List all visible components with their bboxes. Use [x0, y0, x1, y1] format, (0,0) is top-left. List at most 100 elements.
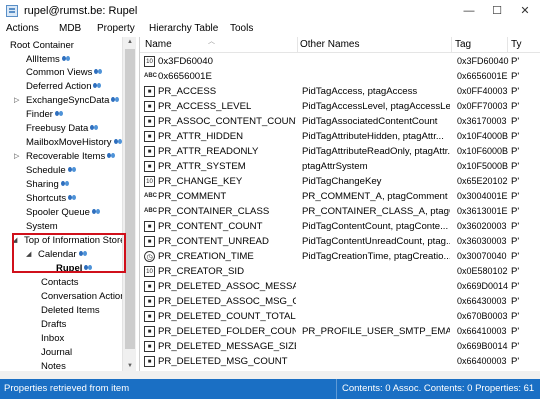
cell-name: PR_CONTENT_UNREAD — [158, 236, 269, 247]
sort-indicator-icon: ︿ — [208, 38, 215, 45]
horizontal-scrollbar[interactable] — [0, 371, 540, 379]
menu-hierarchy-table[interactable]: Hierarchy Table — [149, 23, 218, 34]
status-message: Properties retrieved from item — [4, 383, 130, 394]
tree-item[interactable]: System — [26, 220, 58, 233]
tree-item[interactable]: Deferred Action — [26, 80, 102, 93]
tree-item[interactable]: Spooler Queue — [26, 206, 101, 219]
table-row[interactable]: ■PR_DELETED_ASSOC_MESSAGE... 0x669D0014P' — [140, 279, 540, 294]
property-binary-icon: 10 — [144, 56, 155, 67]
tree-root[interactable]: Root Container — [10, 39, 74, 52]
table-row[interactable]: ■ PR_ACCESS_LEVEL PidTagAccessLevel, ptagA… — [140, 99, 540, 114]
column-divider[interactable] — [507, 37, 508, 53]
tree-item[interactable]: MailboxMoveHistory — [26, 136, 122, 149]
scroll-down-icon[interactable]: ▼ — [126, 363, 134, 369]
cell-name: PR_ACCESS_LEVEL — [158, 101, 252, 112]
tree-item[interactable]: Inbox — [41, 332, 64, 345]
table-row[interactable]: 10 PR_CREATOR_SID 0x0E580102 P' — [140, 264, 540, 279]
tree-item[interactable]: Schedule — [26, 164, 77, 177]
table-row[interactable]: ABC PR_COMMENT PR_COMMENT_A, ptagComment 0x… — [140, 189, 540, 204]
cell-tag: 0x6656001E — [457, 71, 508, 81]
cell-name: 0x3FD60040 — [158, 56, 213, 67]
scroll-up-icon[interactable]: ▲ — [126, 39, 134, 45]
sync-icon — [113, 139, 122, 145]
cell-tag: 0x3613001E — [457, 206, 508, 216]
table-row[interactable]: ■ PR_ATTR_READONLY PidTagAttributeReadOnly… — [140, 144, 540, 159]
table-row[interactable]: ■PR_DELETED_ASSOC_MSG_CO... 0x66430003 P' — [140, 294, 540, 309]
cell-ty: P' — [511, 341, 520, 352]
menu-actions[interactable]: Actions — [6, 23, 39, 34]
cell-ty: P' — [511, 206, 520, 217]
menu-tools[interactable]: Tools — [230, 23, 253, 34]
tree-item[interactable]: ▷ ExchangeSyncData — [14, 94, 120, 107]
cell-ty: P' — [511, 161, 520, 172]
table-row[interactable]: ■ PR_ATTR_SYSTEM ptagAttrSystem 0x10F5000B P… — [140, 159, 540, 174]
property-list: ︿ Name Other Names Tag Ty 10 0x3FD60040 0x… — [139, 37, 540, 371]
menu-property[interactable]: Property — [97, 23, 135, 34]
menu-mdb[interactable]: MDB — [59, 23, 81, 34]
expand-caret-icon[interactable]: ▷ — [14, 94, 19, 107]
table-row[interactable]: ■ PR_ACCESS PidTagAccess, ptagAccess 0x0FF4… — [140, 84, 540, 99]
tree-item[interactable]: Finder — [26, 108, 64, 121]
table-row[interactable]: ■ PR_ASSOC_CONTENT_COUNT PidTagAssociatedC… — [140, 114, 540, 129]
tree-item[interactable]: Shortcuts — [26, 192, 77, 205]
tree-item[interactable]: Notes — [41, 360, 66, 371]
sync-icon — [111, 97, 120, 103]
column-type[interactable]: Ty — [511, 39, 522, 50]
column-name[interactable]: Name — [145, 39, 172, 50]
table-row[interactable]: ■ PR_CONTENT_UNREAD PidTagContentUnreadCou… — [140, 234, 540, 249]
tree-item[interactable]: ▷ Recoverable Items — [14, 150, 116, 163]
tree-item[interactable]: Sharing — [26, 178, 70, 191]
sync-icon — [67, 167, 77, 173]
table-row[interactable]: ABC PR_CONTAINER_CLASS PR_CONTAINER_CLASS_… — [140, 204, 540, 219]
table-row[interactable]: ■ PR_DELETED_FOLDER_COUNT PR_PROFILE_USER_… — [140, 324, 540, 339]
property-box-icon: ■ — [144, 161, 155, 172]
cell-tag: 0x36030003 — [457, 236, 507, 246]
column-divider[interactable] — [451, 37, 452, 53]
table-row[interactable]: ABC 0x6656001E 0x6656001E P' — [140, 69, 540, 84]
cell-ty: P' — [511, 251, 520, 262]
tree-item[interactable]: Contacts — [41, 276, 79, 289]
minimize-button[interactable]: — — [456, 0, 482, 22]
table-row[interactable]: ■ PR_DELETED_MSG_COUNT 0x66400003 P' — [140, 354, 540, 369]
tree-item[interactable]: Drafts — [41, 318, 66, 331]
tree-item[interactable]: Freebusy Data — [26, 122, 99, 135]
cell-ty: P' — [511, 116, 520, 127]
close-button[interactable]: ✕ — [512, 0, 538, 22]
table-row[interactable]: ■ PR_DELETED_COUNT_TOTAL 0x670B0003 P' — [140, 309, 540, 324]
cell-ty: P' — [511, 191, 520, 202]
tree-item[interactable]: AllItems — [26, 53, 71, 66]
property-box-icon: ■ — [144, 311, 155, 322]
property-box-icon: ■ — [144, 116, 155, 127]
tree-item[interactable]: Conversation Actions — [41, 290, 122, 303]
column-divider[interactable] — [297, 37, 298, 53]
cell-ty: P' — [511, 326, 520, 337]
table-row[interactable]: ■ PR_CONTENT_COUNT PidTagContentCount, pta… — [140, 219, 540, 234]
property-box-icon: ■ — [144, 341, 155, 352]
column-tag[interactable]: Tag — [455, 39, 471, 50]
tree-item[interactable]: Journal — [41, 346, 72, 359]
expand-caret-icon[interactable]: ▷ — [14, 150, 19, 163]
sync-icon — [91, 209, 101, 215]
cell-name: PR_ATTR_READONLY — [158, 146, 259, 157]
cell-ty: P' — [511, 176, 520, 187]
cell-other: PR_CONTAINER_CLASS_A, ptagCo... — [302, 206, 450, 217]
cell-tag: 0x669B0014 — [457, 341, 508, 351]
cell-other: PidTagAttributeReadOnly, ptagAttr... — [302, 146, 450, 157]
cell-ty: P' — [511, 311, 520, 322]
app-icon — [6, 5, 18, 17]
table-row[interactable]: ■PR_DELETED_MESSAGE_SIZE_EX... 0x669B0014… — [140, 339, 540, 354]
maximize-button[interactable]: ☐ — [484, 0, 510, 22]
tree-item[interactable]: Common Views — [26, 66, 103, 79]
table-row[interactable]: ■ PR_ATTR_HIDDEN PidTagAttributeHidden, pt… — [140, 129, 540, 144]
table-row[interactable]: 10 PR_CHANGE_KEY PidTagChangeKey 0x65E20102… — [140, 174, 540, 189]
scroll-thumb[interactable] — [125, 49, 135, 349]
table-row[interactable]: 10 0x3FD60040 0x3FD60040 P' — [140, 54, 540, 69]
column-other-names[interactable]: Other Names — [300, 39, 359, 50]
tree-item[interactable]: Deleted Items — [41, 304, 100, 317]
tree-scrollbar[interactable]: ▲ ▼ — [122, 37, 136, 371]
cell-name: PR_CONTAINER_CLASS — [158, 206, 270, 217]
table-row[interactable]: ◷ PR_CREATION_TIME PidTagCreationTime, pta… — [140, 249, 540, 264]
cell-other: PidTagContentUnreadCount, ptag... — [302, 236, 450, 247]
cell-tag: 0x10F4000B — [457, 131, 509, 141]
cell-other: PidTagChangeKey — [302, 176, 382, 187]
